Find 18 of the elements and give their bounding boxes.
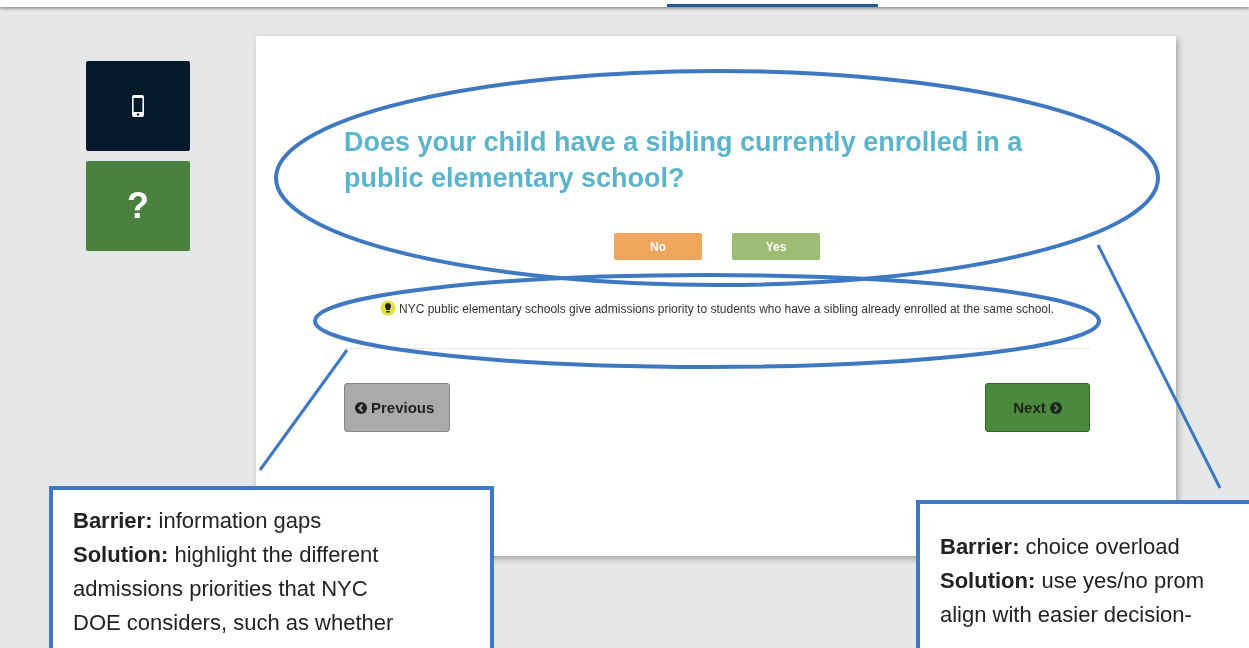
answer-button[interactable]: No xyxy=(614,233,702,260)
phone-icon xyxy=(131,94,145,118)
previous-button[interactable]: Previous xyxy=(344,383,450,432)
help-button[interactable]: ? xyxy=(86,161,190,251)
lightbulb-icon xyxy=(380,300,396,316)
left-arrow-icon xyxy=(355,401,367,414)
callout-text: DOE considers, such as whether xyxy=(73,609,395,637)
answer-button[interactable]: Yes xyxy=(732,233,820,260)
phone-button[interactable] xyxy=(86,61,190,151)
callout-text: Solution: highlight the different xyxy=(73,541,380,569)
tip-text: NYC public elementary schools give admissions priority to students who have a sibling already enrolled at the same school. xyxy=(399,302,1054,316)
callout-text: admissions priorities that NYC xyxy=(73,575,369,603)
callout-text: Barrier: choice overload xyxy=(940,533,1181,561)
callout-text: Solution: use yes/no prom xyxy=(940,567,1206,595)
next-button[interactable]: Next xyxy=(985,383,1090,432)
callout-text: Barrier: information gaps xyxy=(73,507,323,535)
question-title: Does your child have a sibling currently enrolled in a public elementary school? xyxy=(344,126,1024,195)
callout-text: align with easier decision- xyxy=(940,601,1193,629)
